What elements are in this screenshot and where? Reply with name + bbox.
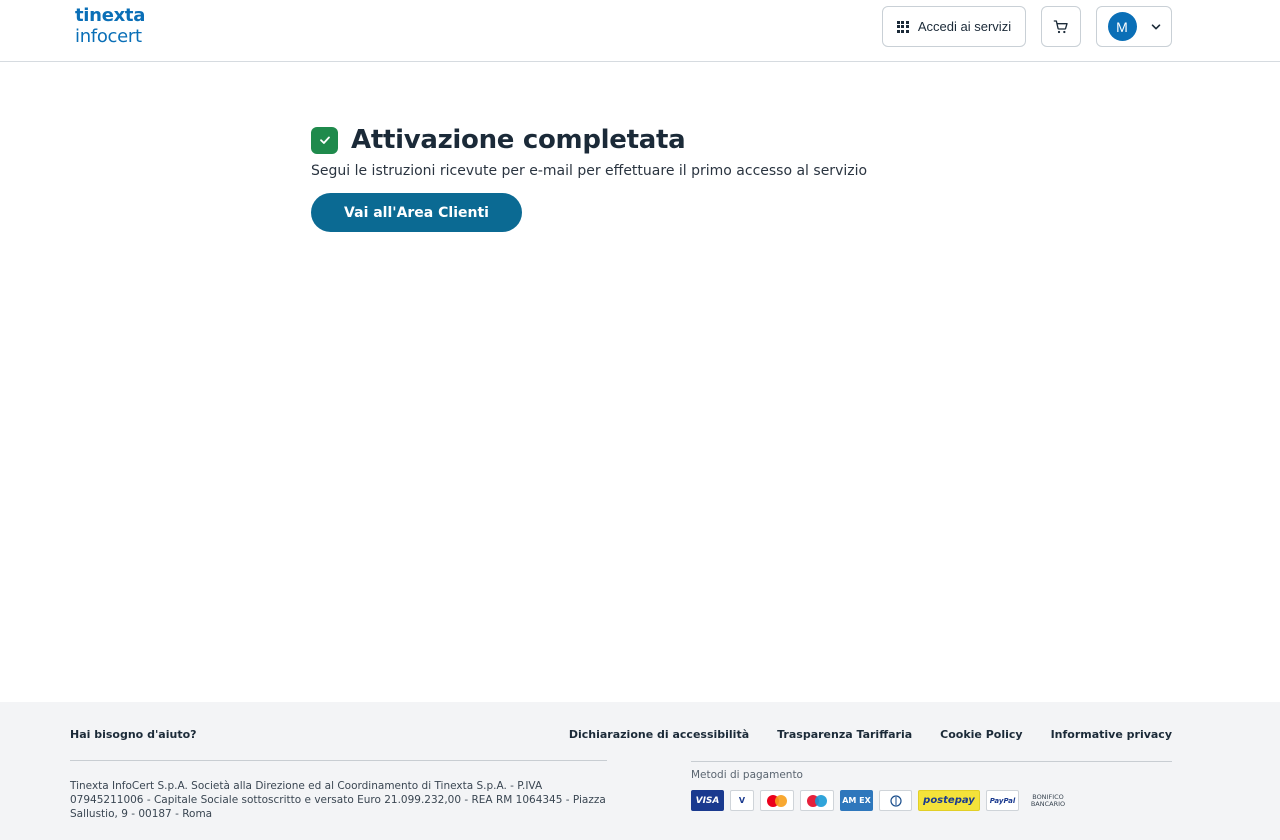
grid-icon — [896, 20, 909, 33]
services-button[interactable]: Accedi ai servizi — [882, 6, 1026, 47]
bank-transfer-icon: BONIFICO BANCARIO — [1030, 792, 1066, 808]
amex-icon: AM EX — [840, 790, 873, 811]
footer-link-cookie-policy[interactable]: Cookie Policy — [940, 728, 1022, 741]
diners-icon — [879, 790, 912, 811]
services-button-label: Accedi ai servizi — [917, 19, 1012, 34]
payment-methods-label: Metodi di pagamento — [691, 769, 803, 781]
maestro-icon — [800, 790, 834, 811]
title-row: Attivazione completata — [311, 124, 1011, 156]
customer-area-button[interactable]: Vai all'Area Clienti — [311, 193, 522, 232]
cart-button[interactable] — [1041, 6, 1081, 47]
cart-icon — [1053, 19, 1068, 33]
page-title: Attivazione completata — [351, 125, 686, 155]
footer-link-accessibility[interactable]: Dichiarazione di accessibilità — [569, 728, 749, 741]
legal-text: Tinexta InfoCert S.p.A. Società alla Dir… — [70, 780, 606, 820]
footer-divider — [691, 761, 1172, 762]
postepay-icon: postepay — [918, 790, 980, 811]
footer-divider — [70, 760, 607, 761]
check-icon — [311, 126, 338, 154]
page-subtitle: Segui le istruzioni ricevute per e-mail … — [311, 163, 868, 179]
visa-icon: VISA — [691, 790, 724, 811]
payment-methods: VISA V AM EX postepay PayPal BONIFICO BA… — [691, 790, 1071, 811]
top-header: tinexta infocert Accedi ai servizi M — [0, 0, 1280, 62]
mastercard-icon — [760, 790, 794, 811]
footer: Hai bisogno d'aiuto? Tinexta InfoCert S.… — [0, 702, 1280, 840]
footer-link-privacy[interactable]: Informative privacy — [1051, 728, 1172, 741]
help-link[interactable]: Hai bisogno d'aiuto? — [70, 728, 197, 741]
avatar: M — [1107, 12, 1137, 41]
footer-link-pricing[interactable]: Trasparenza Tariffaria — [777, 728, 912, 741]
chevron-down-icon — [1151, 23, 1160, 29]
footer-links: Dichiarazione di accessibilità Trasparen… — [569, 728, 1172, 741]
main-content: Attivazione completata Segui le istruzio… — [311, 124, 1011, 232]
user-menu-button[interactable]: M — [1096, 6, 1172, 47]
paypal-icon: PayPal — [986, 790, 1019, 811]
logo-line-tinexta: tinexta — [75, 5, 146, 26]
brand-logo[interactable]: tinexta infocert — [75, 5, 145, 47]
logo-line-infocert: infocert — [75, 26, 142, 47]
vpay-icon: V — [730, 790, 754, 811]
